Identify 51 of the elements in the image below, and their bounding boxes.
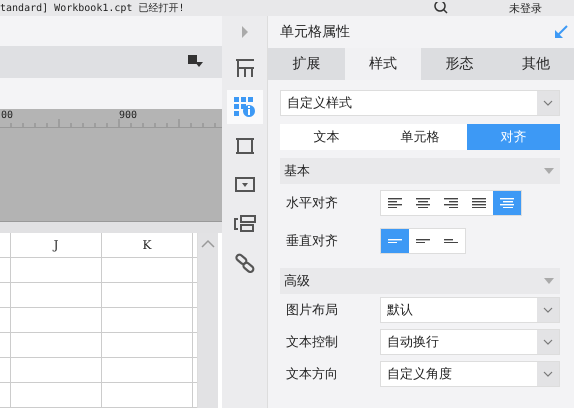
dropdown[interactable]: 自定义角度 [380,361,560,387]
link-icon[interactable] [234,253,254,273]
tab[interactable]: 其他 [498,48,574,80]
caret-icon [543,339,553,345]
dropdown-widget-icon[interactable] [234,177,254,193]
section-header[interactable]: 高级 [280,268,560,294]
caret-icon [543,100,553,106]
search-icon[interactable] [433,2,449,14]
field-label: 图片布局 [285,302,339,319]
scrollbar[interactable] [197,233,218,408]
collapse-caret-icon [544,278,554,284]
field-label: 文本方向 [285,366,339,383]
field-label: 垂直对齐 [285,233,339,250]
caret-icon [543,307,553,313]
collapse-caret-icon [544,168,554,174]
dropdown[interactable]: 自动换行 [380,329,560,355]
arrow-icon[interactable] [554,25,568,39]
field-label: 文本控制 [285,334,339,351]
column-header[interactable]: K [102,233,193,257]
style-dropdown[interactable]: 自定义样式 [280,90,560,116]
expand-arrow-icon[interactable] [240,26,248,38]
tab[interactable]: 形态 [421,48,498,80]
text-align-icon [416,238,430,244]
login-status[interactable]: 未登录 [509,0,542,16]
border-icon[interactable] [234,136,254,156]
text-align-icon [388,238,402,244]
text-align-icon [444,198,458,208]
text-align-icon [388,198,402,208]
section-header[interactable]: 基本 [280,158,560,184]
frame-icon[interactable] [234,58,254,78]
text-align-icon [444,238,458,244]
column-header[interactable]: J [11,233,102,257]
horizontal-scrollbar[interactable] [0,222,222,233]
field-label: 水平对齐 [285,195,339,212]
dropdown[interactable]: 默认 [380,297,560,323]
format-dropdown-icon[interactable] [188,54,204,69]
tab[interactable]: 样式 [344,48,421,80]
section-title: 高级 [284,273,310,290]
stacked-bars-icon[interactable] [234,215,256,233]
tab[interactable]: 扩展 [268,48,344,80]
text-align-icon [472,198,486,208]
scroll-up-icon[interactable] [201,239,215,248]
cell-attributes-icon[interactable] [234,97,256,117]
section-title: 基本 [284,163,310,180]
text-align-icon [500,198,514,208]
text-align-icon [416,198,430,208]
ruler-label: 900 [119,110,138,121]
ruler-label: 00 [1,110,14,121]
caret-icon [543,371,553,377]
panel-title: 单元格属性 [280,23,350,41]
status-message: tandard] Workbook1.cpt 已经打开! [0,2,186,15]
